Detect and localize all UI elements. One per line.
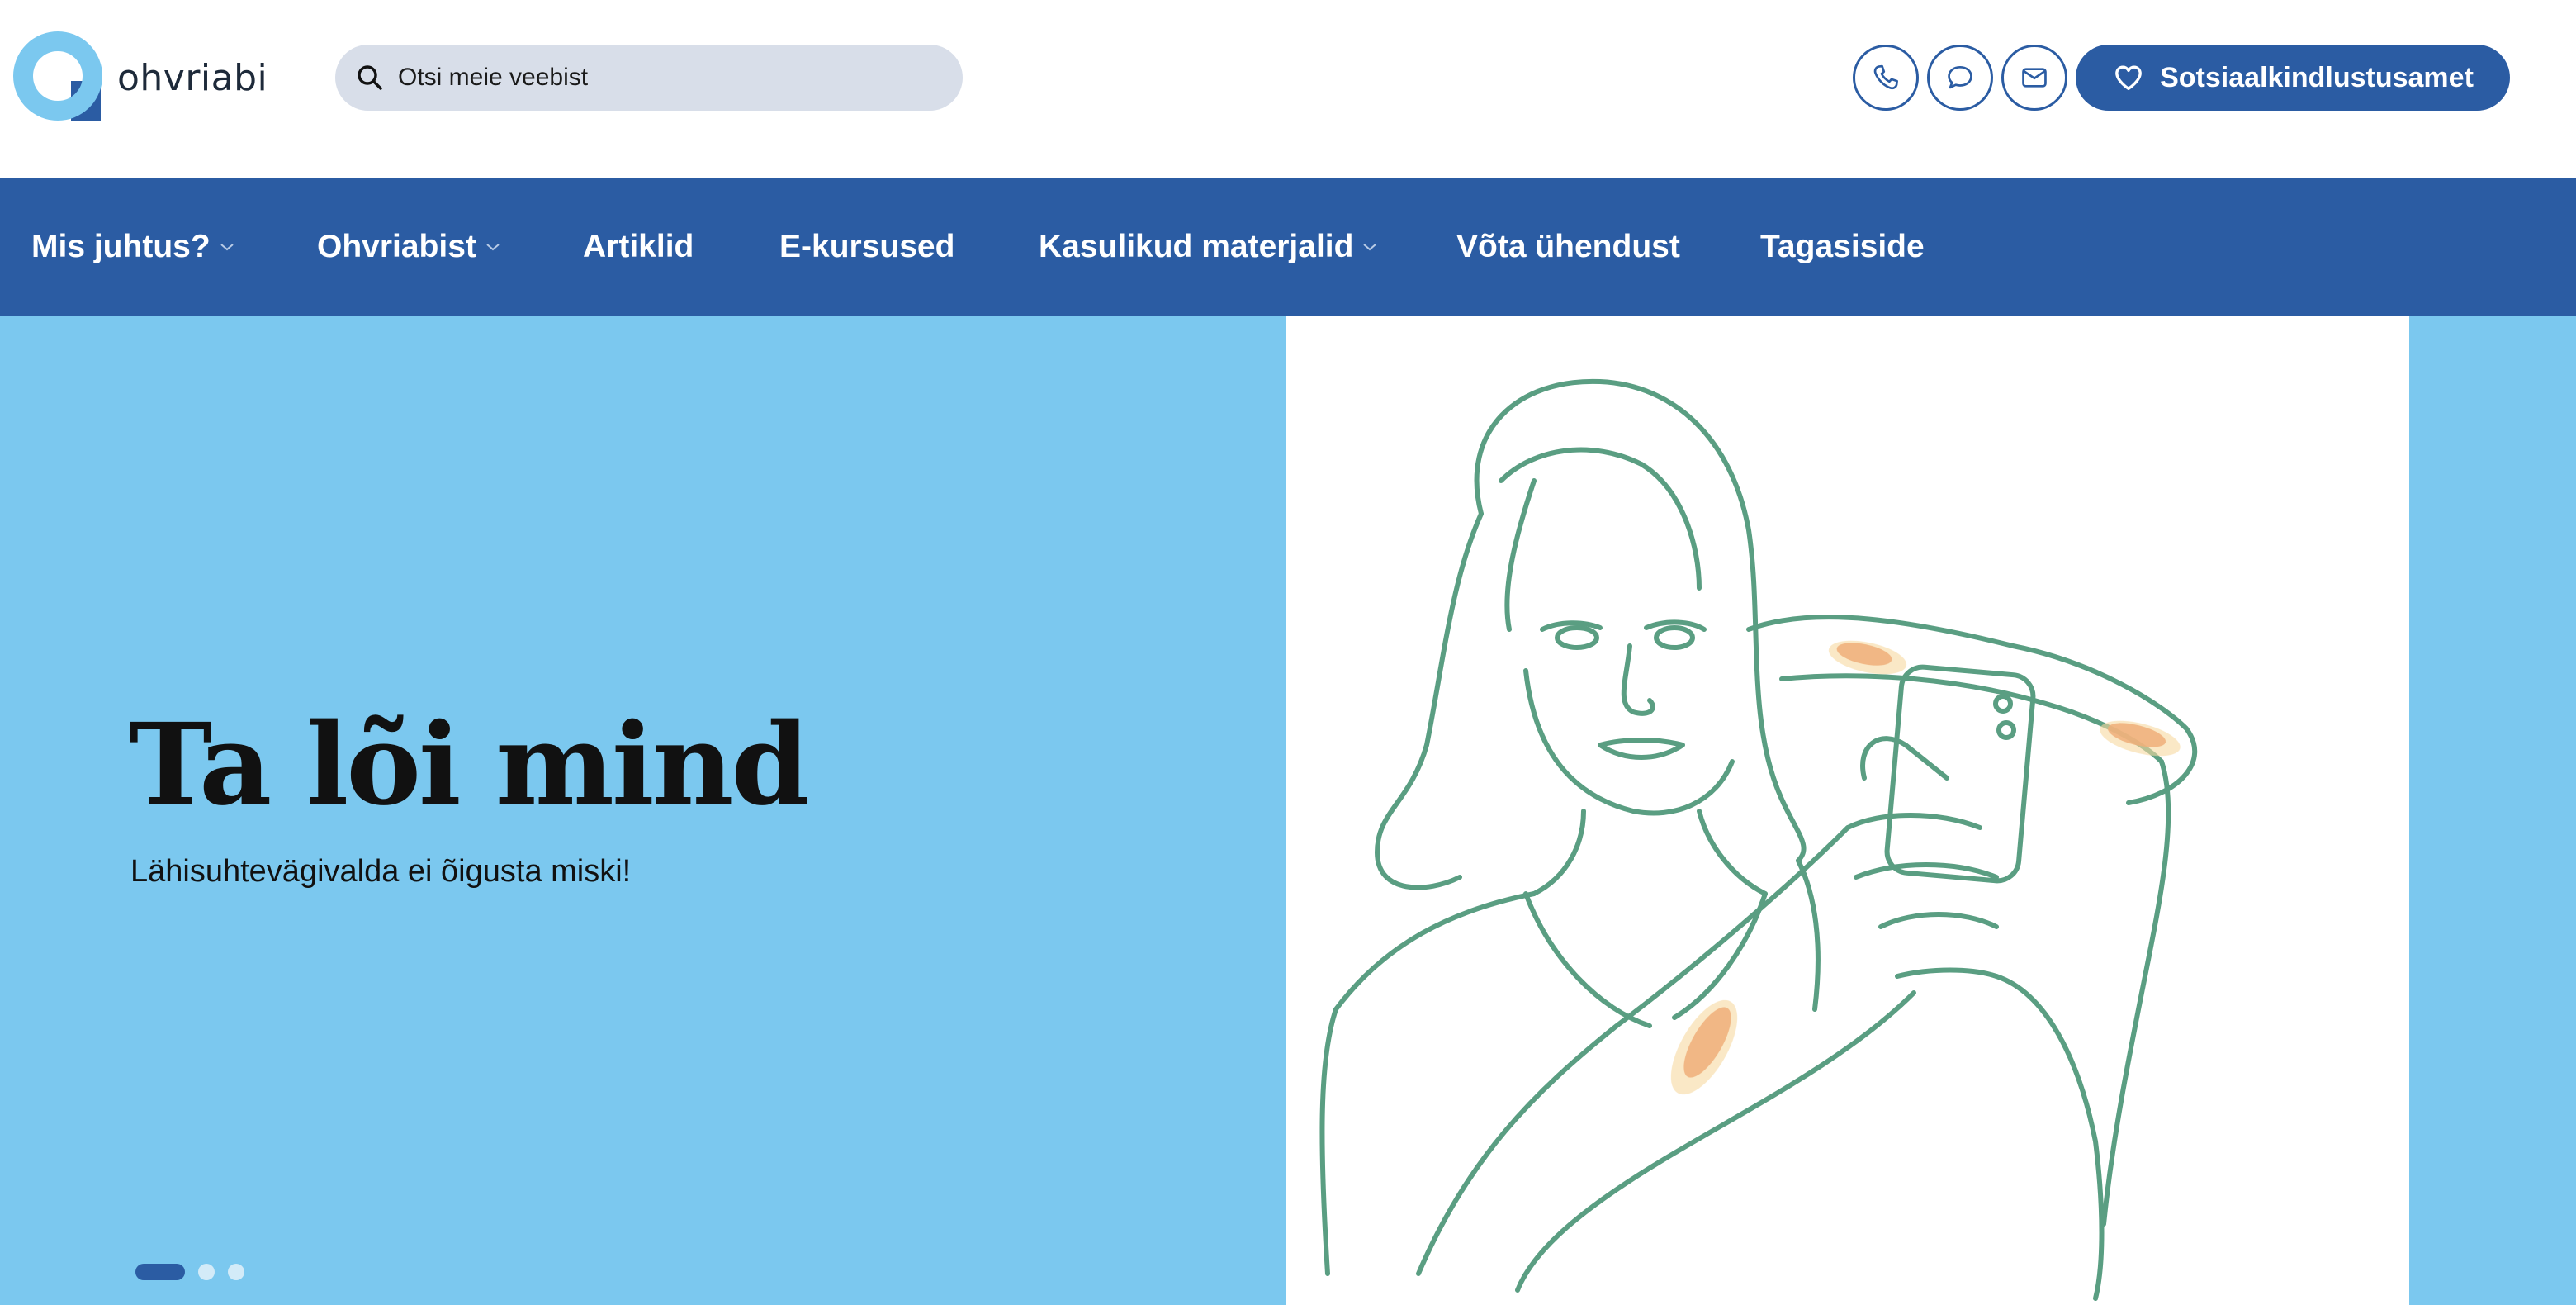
main-navigation: Mis juhtus? Ohvriabist Artiklid E-kursus… [0,178,2576,316]
logo[interactable]: ohvriabi [13,31,268,124]
sotsiaalkindlustusamet-button[interactable]: Sotsiaalkindlustusamet [2076,45,2510,111]
cta-label: Sotsiaalkindlustusamet [2160,61,2474,93]
logo-text: ohvriabi [117,56,268,99]
nav-item-label: Ohvriabist [317,229,476,264]
nav-item-label: Võta ühendust [1456,229,1680,264]
nav-item-vota-uhendust[interactable]: Võta ühendust [1456,178,1680,316]
chevron-down-icon [486,244,500,251]
hero-illustration [1286,316,2409,1305]
carousel-dot-1[interactable] [135,1264,185,1280]
nav-item-label: E-kursused [779,229,955,264]
nav-item-artiklid[interactable]: Artiklid [583,178,694,316]
nav-item-label: Artiklid [583,229,694,264]
mail-icon [2022,68,2047,88]
chevron-down-icon [1363,244,1377,251]
hero-subtitle: Lähisuhtevägivalda ei õigusta miski! [130,854,632,889]
phone-button[interactable] [1853,45,1919,111]
hero-carousel: Ta lõi mind Lähisuhtevägivalda ei õigust… [0,316,2576,1305]
search-icon [358,65,382,90]
search-input[interactable] [396,63,928,93]
nav-item-mis-juhtus[interactable]: Mis juhtus? [31,178,235,316]
nav-item-label: Kasulikud materjalid [1039,229,1354,264]
nav-item-label: Tagasiside [1760,229,1925,264]
nav-item-tagasiside[interactable]: Tagasiside [1760,178,1925,316]
mail-button[interactable] [2001,45,2067,111]
carousel-pagination [135,1264,258,1280]
chat-icon [1948,65,1972,89]
nav-item-ohvriabist[interactable]: Ohvriabist [317,178,501,316]
logo-mark-icon [13,31,102,121]
nav-item-label: Mis juhtus? [31,229,211,264]
phone-icon [1873,64,1898,90]
carousel-dot-3[interactable] [228,1264,244,1280]
chevron-down-icon [220,244,234,251]
nav-item-e-kursused[interactable]: E-kursused [779,178,954,316]
search-bar[interactable] [335,45,963,111]
hero-title: Ta lõi mind [129,699,810,831]
woman-with-phone-illustration [1319,378,2198,1301]
carousel-dot-2[interactable] [198,1264,215,1280]
site-header: ohvriabi Sotsiaalkindlustusamet [0,0,2576,178]
heart-icon [2115,65,2142,91]
nav-item-kasulikud-materjalid[interactable]: Kasulikud materjalid [1039,178,1378,316]
chat-button[interactable] [1927,45,1993,111]
